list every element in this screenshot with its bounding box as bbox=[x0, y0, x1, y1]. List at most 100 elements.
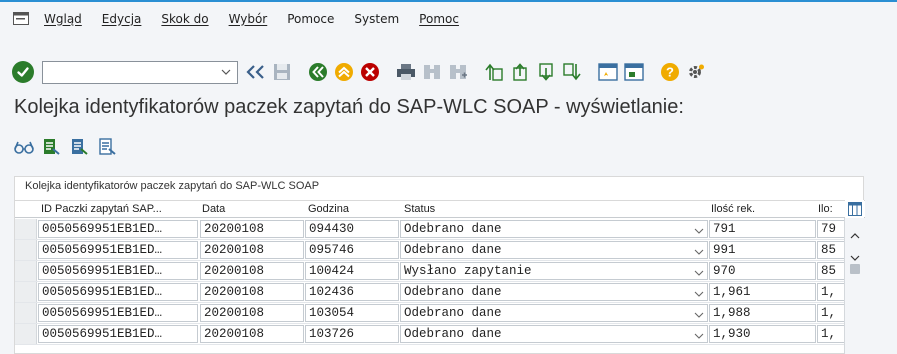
menu-item-system[interactable]: System bbox=[354, 12, 399, 26]
settings-icon[interactable] bbox=[684, 60, 708, 84]
glasses-icon[interactable] bbox=[12, 135, 36, 159]
column-settings-icon[interactable] bbox=[845, 200, 864, 218]
print-icon[interactable] bbox=[394, 60, 418, 84]
find-next-icon[interactable] bbox=[446, 60, 470, 84]
cell-time[interactable]: 103726 bbox=[305, 325, 399, 343]
column-header-time[interactable]: Godzina bbox=[308, 203, 349, 215]
table-row[interactable]: 0050569951EB1ED… 20200108 103726 Odebran… bbox=[15, 324, 865, 345]
cell-status[interactable]: Odebrano dane bbox=[400, 304, 708, 322]
back-icon[interactable] bbox=[244, 60, 268, 84]
cell-status-value: Wysłano zapytanie bbox=[404, 264, 532, 278]
cell-qty2[interactable]: 79 bbox=[817, 220, 844, 238]
menu-item-pomoc[interactable]: Pomoc bbox=[419, 12, 459, 26]
table-header: ID Paczki zapytań SAP... Data Godzina St… bbox=[15, 200, 865, 218]
column-header-qty2[interactable]: Ilo: bbox=[818, 203, 833, 215]
first-page-icon[interactable] bbox=[482, 60, 506, 84]
chevron-down-icon[interactable] bbox=[694, 287, 704, 300]
cell-date[interactable]: 20200108 bbox=[200, 220, 304, 238]
table-row[interactable]: 0050569951EB1ED… 20200108 100424 Wysłano… bbox=[15, 261, 865, 282]
cell-date[interactable]: 20200108 bbox=[200, 262, 304, 280]
find-icon[interactable] bbox=[420, 60, 444, 84]
chevron-down-icon[interactable] bbox=[694, 329, 704, 342]
cell-qty[interactable]: 791 bbox=[709, 220, 816, 238]
cell-time[interactable]: 102436 bbox=[305, 283, 399, 301]
cell-time[interactable]: 103054 bbox=[305, 304, 399, 322]
cell-qty2[interactable]: 85 bbox=[817, 262, 844, 280]
cell-status[interactable]: Odebrano dane bbox=[400, 241, 708, 259]
exit-icon[interactable] bbox=[332, 60, 356, 84]
chevron-down-icon[interactable] bbox=[694, 245, 704, 258]
cell-qty2[interactable]: 1, bbox=[817, 325, 844, 343]
menu-item-wglad[interactable]: Wgląd bbox=[44, 12, 82, 26]
cell-status[interactable]: Wysłano zapytanie bbox=[400, 262, 708, 280]
column-header-qty[interactable]: Ilość rek. bbox=[711, 203, 755, 215]
cell-id[interactable]: 0050569951EB1ED… bbox=[38, 220, 198, 238]
cell-time[interactable]: 100424 bbox=[305, 262, 399, 280]
cell-date[interactable]: 20200108 bbox=[200, 325, 304, 343]
scroll-down-icon[interactable] bbox=[850, 246, 860, 265]
cell-id[interactable]: 0050569951EB1ED… bbox=[38, 262, 198, 280]
cell-id[interactable]: 0050569951EB1ED… bbox=[38, 304, 198, 322]
cell-status-value: Odebrano dane bbox=[404, 222, 502, 236]
cell-qty2[interactable]: 85 bbox=[817, 241, 844, 259]
chevron-down-icon[interactable] bbox=[694, 224, 704, 237]
chevron-down-icon[interactable] bbox=[694, 266, 704, 279]
list-detail-icon[interactable] bbox=[68, 135, 92, 159]
cell-date[interactable]: 20200108 bbox=[200, 304, 304, 322]
cell-status[interactable]: Odebrano dane bbox=[400, 325, 708, 343]
row-selector[interactable] bbox=[15, 261, 37, 281]
cell-qty[interactable]: 1,988 bbox=[709, 304, 816, 322]
column-header-status[interactable]: Status bbox=[404, 203, 435, 215]
menu-item-pomoce[interactable]: Pomoce bbox=[287, 12, 334, 26]
table-row[interactable]: 0050569951EB1ED… 20200108 095746 Odebran… bbox=[15, 240, 865, 261]
chevron-down-icon[interactable] bbox=[694, 308, 704, 321]
list-export-icon[interactable] bbox=[96, 135, 120, 159]
menu-icon[interactable] bbox=[12, 12, 30, 26]
menu-item-edycja[interactable]: Edycja bbox=[102, 12, 142, 26]
save-icon[interactable] bbox=[270, 60, 294, 84]
last-page-icon[interactable] bbox=[560, 60, 584, 84]
menu-item-wybor[interactable]: Wybór bbox=[229, 12, 268, 26]
menu-item-skok-do[interactable]: Skok do bbox=[161, 12, 208, 26]
cell-qty[interactable]: 1,930 bbox=[709, 325, 816, 343]
cell-qty2[interactable]: 1, bbox=[817, 283, 844, 301]
help-icon[interactable]: ? bbox=[658, 60, 682, 84]
cell-id[interactable]: 0050569951EB1ED… bbox=[38, 241, 198, 259]
cell-status[interactable]: Odebrano dane bbox=[400, 220, 708, 238]
new-session-icon[interactable] bbox=[596, 60, 620, 84]
cell-id[interactable]: 0050569951EB1ED… bbox=[38, 283, 198, 301]
cell-date[interactable]: 20200108 bbox=[200, 241, 304, 259]
cancel-icon[interactable] bbox=[358, 60, 382, 84]
cell-qty2[interactable]: 1, bbox=[817, 304, 844, 322]
shortcut-icon[interactable] bbox=[622, 60, 646, 84]
cell-time[interactable]: 095746 bbox=[305, 241, 399, 259]
command-field[interactable] bbox=[42, 60, 238, 84]
cell-qty[interactable]: 991 bbox=[709, 241, 816, 259]
cell-qty[interactable]: 970 bbox=[709, 262, 816, 280]
next-page-icon[interactable] bbox=[534, 60, 558, 84]
list-icon[interactable] bbox=[40, 135, 64, 159]
back-nav-icon[interactable] bbox=[306, 60, 330, 84]
ok-icon[interactable] bbox=[12, 61, 34, 83]
row-selector[interactable] bbox=[15, 324, 37, 344]
column-header-date[interactable]: Data bbox=[202, 203, 225, 215]
cell-status[interactable]: Odebrano dane bbox=[400, 283, 708, 301]
vertical-scrollbar[interactable] bbox=[844, 218, 865, 354]
scroll-up-icon[interactable] bbox=[850, 224, 860, 243]
row-selector[interactable] bbox=[15, 219, 37, 239]
scroll-thumb[interactable] bbox=[850, 264, 860, 274]
chevron-down-icon[interactable] bbox=[217, 64, 235, 81]
system-toolbar: ? bbox=[0, 56, 897, 88]
row-selector[interactable] bbox=[15, 282, 37, 302]
column-header-id[interactable]: ID Paczki zapytań SAP... bbox=[41, 203, 162, 215]
table-row[interactable]: 0050569951EB1ED… 20200108 094430 Odebran… bbox=[15, 219, 865, 240]
cell-id[interactable]: 0050569951EB1ED… bbox=[38, 325, 198, 343]
row-selector[interactable] bbox=[15, 303, 37, 323]
table-row[interactable]: 0050569951EB1ED… 20200108 102436 Odebran… bbox=[15, 282, 865, 303]
cell-date[interactable]: 20200108 bbox=[200, 283, 304, 301]
table-row[interactable]: 0050569951EB1ED… 20200108 103054 Odebran… bbox=[15, 303, 865, 324]
row-selector[interactable] bbox=[15, 240, 37, 260]
cell-qty[interactable]: 1,961 bbox=[709, 283, 816, 301]
cell-time[interactable]: 094430 bbox=[305, 220, 399, 238]
prev-page-icon[interactable] bbox=[508, 60, 532, 84]
